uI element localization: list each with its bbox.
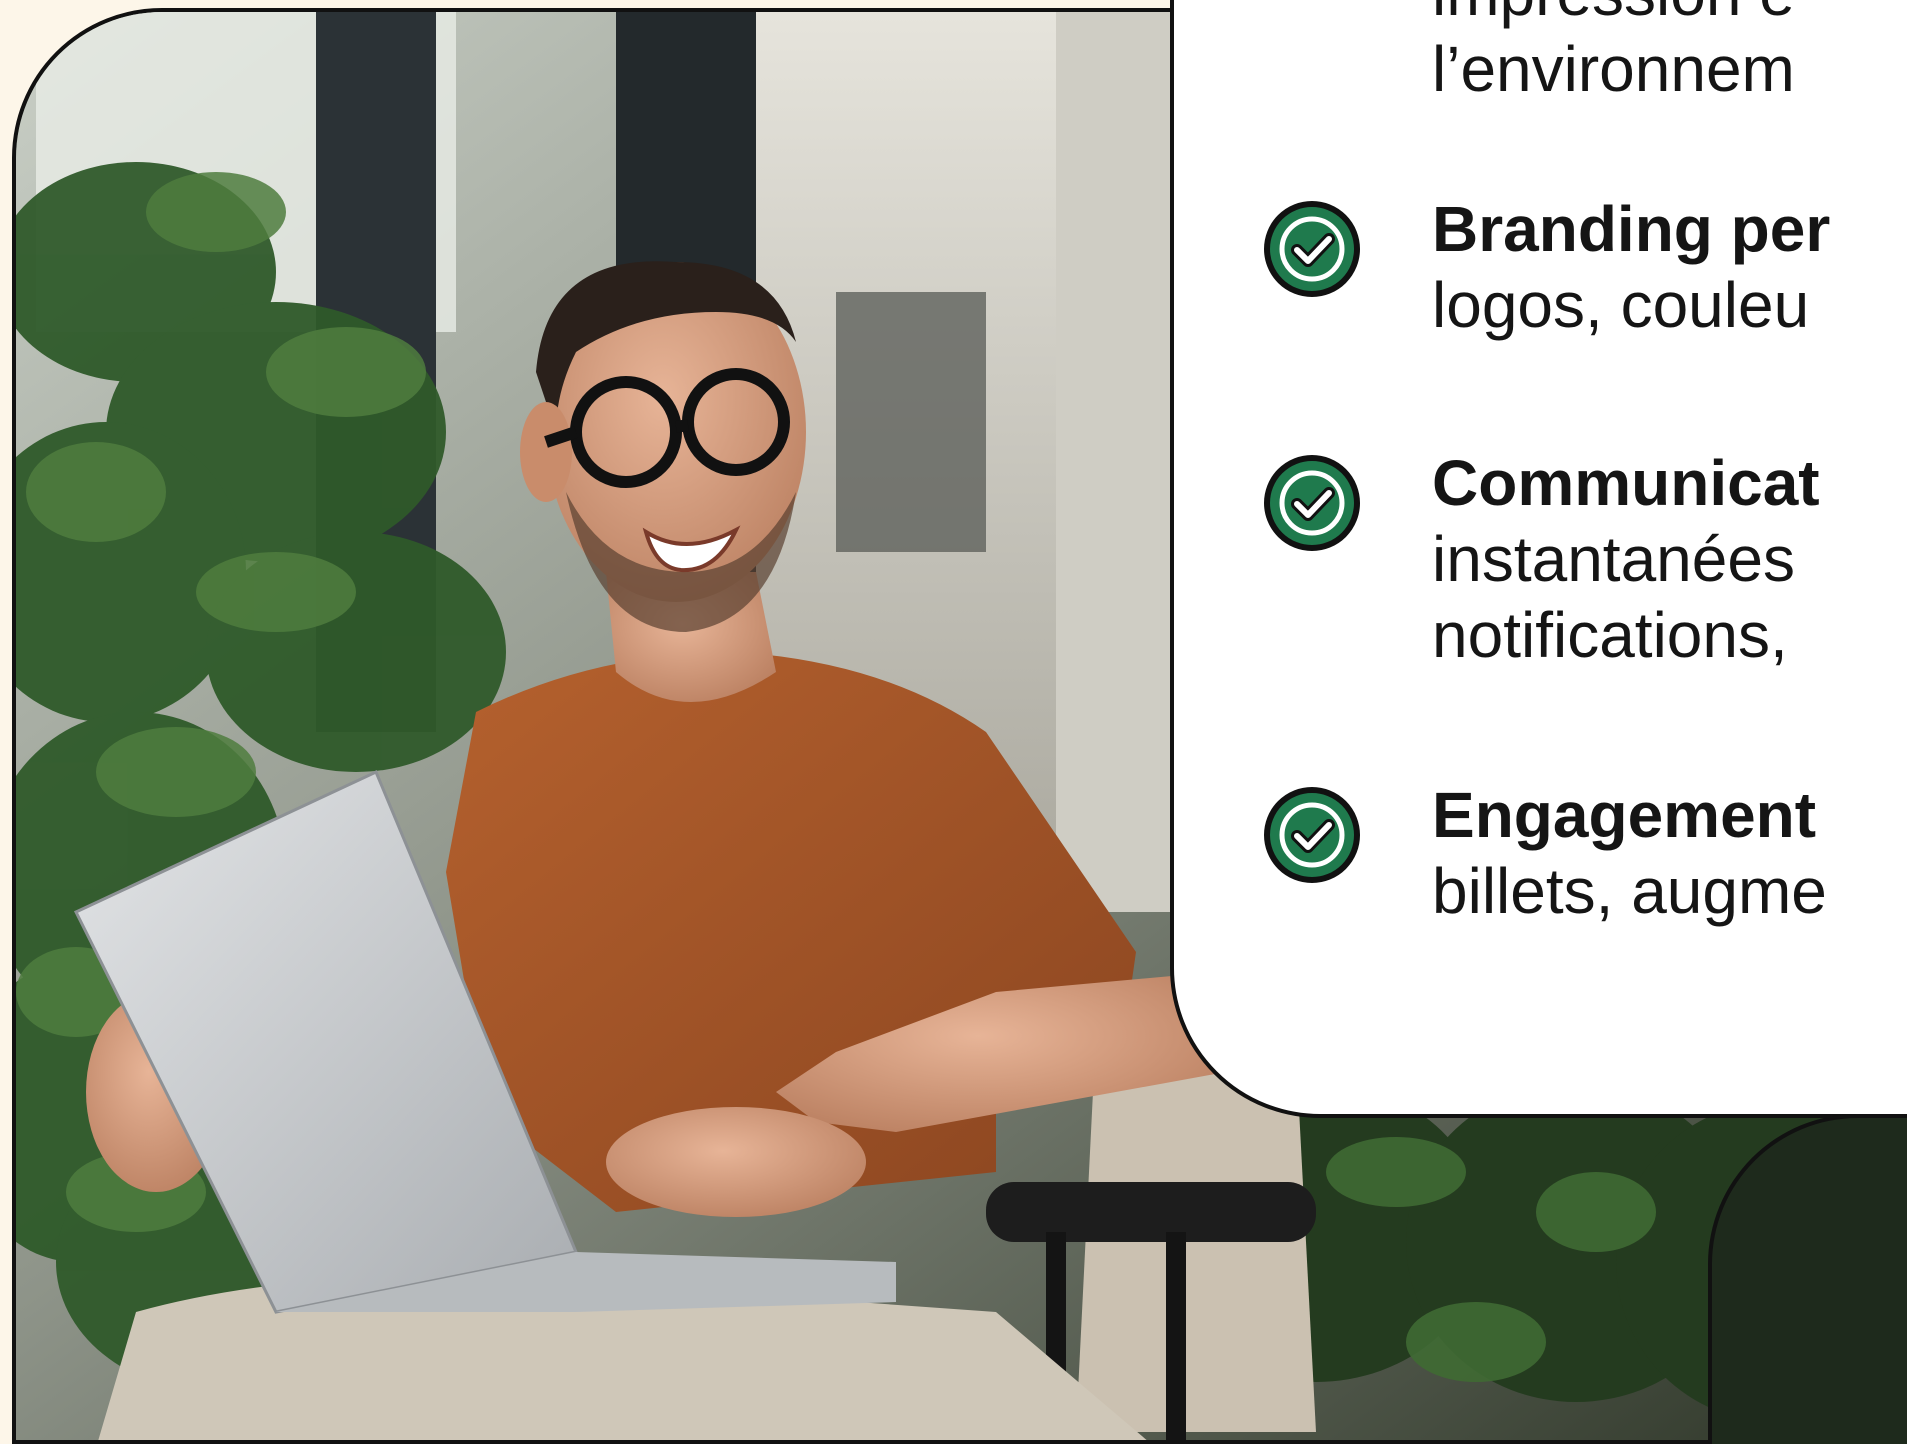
check-circle-icon [1264, 787, 1360, 883]
feature-item: impression e l’environnem [1262, 0, 1795, 107]
feature-description: billets, augme [1432, 855, 1827, 927]
check-circle-icon [1264, 201, 1360, 297]
check-circle-icon [1264, 455, 1360, 551]
feature-item: Branding per logos, couleu [1262, 191, 1830, 343]
feature-item: Communicat instantanées notifications, [1262, 445, 1820, 673]
feature-description: l’environnem [1432, 33, 1795, 105]
feature-title: Communicat [1432, 447, 1820, 519]
promo-visual: impression e l’environnem Branding per l… [0, 0, 1907, 1444]
feature-description: impression e [1432, 0, 1795, 31]
feature-item: Engagement billets, augme [1262, 777, 1827, 929]
feature-description: logos, couleu [1432, 269, 1810, 341]
feature-description: notifications, [1432, 599, 1788, 671]
feature-title: Branding per [1432, 193, 1831, 265]
feature-title: Engagement [1432, 779, 1817, 851]
feature-description: instantanées [1432, 523, 1795, 595]
